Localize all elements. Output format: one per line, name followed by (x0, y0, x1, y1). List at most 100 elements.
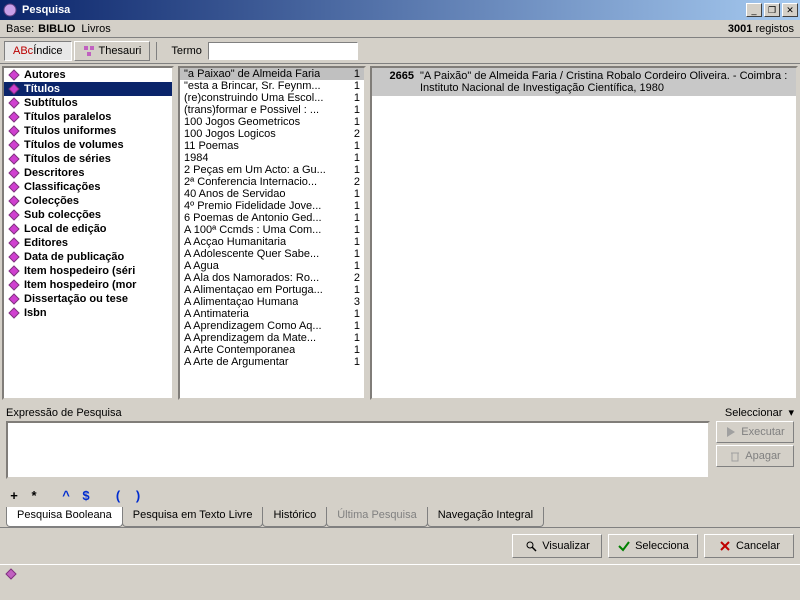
details-panel[interactable]: 2665 "A Paixão" de Almeida Faria / Crist… (370, 66, 798, 400)
index-item[interactable]: Isbn (4, 306, 172, 320)
visualizar-button[interactable]: Visualizar (512, 534, 602, 558)
term-row[interactable]: 2 Peças em Um Acto: a Gu...1 (180, 164, 364, 176)
expression-label: Expressão de Pesquisa (6, 407, 122, 419)
index-item[interactable]: Item hospedeiro (mor (4, 278, 172, 292)
tab[interactable]: Histórico (262, 507, 327, 527)
status-bar (0, 564, 800, 582)
record-number: 2665 (378, 70, 414, 94)
index-item[interactable]: Editores (4, 236, 172, 250)
term-text: 11 Poemas (184, 140, 239, 152)
term-row[interactable]: A Arte de Argumentar1 (180, 356, 364, 368)
record-count: 3001 registos (728, 23, 794, 35)
term-count: 1 (354, 320, 360, 332)
minimize-button[interactable]: _ (746, 3, 762, 17)
termo-input[interactable] (208, 42, 358, 60)
term-text: A Adolescente Quer Sabe... (184, 248, 319, 260)
apagar-button[interactable]: Apagar (716, 445, 794, 467)
indices-panel[interactable]: AutoresTítulosSubtítulosTítulos paralelo… (2, 66, 174, 400)
window-title: Pesquisa (22, 4, 744, 16)
seleccionar-dropdown[interactable]: Seleccionar ▾ (725, 406, 794, 419)
operator-$[interactable]: $ (78, 487, 94, 503)
index-item[interactable]: Item hospedeiro (séri (4, 264, 172, 278)
term-row[interactable]: 11 Poemas1 (180, 140, 364, 152)
close-button[interactable]: ✕ (782, 3, 798, 17)
term-row[interactable]: "a Paixao" de Almeida Faria1 (180, 68, 364, 80)
diamond-icon (8, 307, 20, 319)
term-row[interactable]: A Aprendizagem da Mate...1 (180, 332, 364, 344)
diamond-icon (8, 279, 20, 291)
index-item[interactable]: Data de publicação (4, 250, 172, 264)
expression-textarea[interactable] (6, 421, 710, 479)
index-label: Colecções (24, 195, 79, 207)
index-label: Títulos paralelos (24, 111, 111, 123)
term-text: 2ª Conferencia Internacio... (184, 176, 317, 188)
term-text: 4º Premio Fidelidade Jove... (184, 200, 321, 212)
term-row[interactable]: 100 Jogos Logicos2 (180, 128, 364, 140)
index-item[interactable]: Descritores (4, 166, 172, 180)
operator-)[interactable]: ) (130, 487, 146, 503)
diamond-icon (8, 83, 20, 95)
term-row[interactable]: A Ala dos Namorados: Ro...2 (180, 272, 364, 284)
diamond-icon (8, 139, 20, 151)
term-row[interactable]: A Alimentaçao em Portuga...1 (180, 284, 364, 296)
index-item[interactable]: Títulos (4, 82, 172, 96)
term-row[interactable]: A Arte Contemporanea1 (180, 344, 364, 356)
terms-panel[interactable]: "a Paixao" de Almeida Faria1"esta a Brin… (178, 66, 366, 400)
term-text: A Acçao Humanitaria (184, 236, 286, 248)
term-text: (trans)formar e Possivel : ... (184, 104, 319, 116)
cancelar-button[interactable]: Cancelar (704, 534, 794, 558)
selecciona-button[interactable]: Selecciona (608, 534, 698, 558)
term-row[interactable]: A Alimentaçao Humana3 (180, 296, 364, 308)
term-row[interactable]: A 100ª Ccmds : Uma Com...1 (180, 224, 364, 236)
term-text: 40 Anos de Servidao (184, 188, 286, 200)
term-row[interactable]: 6 Poemas de Antonio Ged...1 (180, 212, 364, 224)
operator-*[interactable]: * (26, 487, 42, 503)
index-item[interactable]: Títulos uniformes (4, 124, 172, 138)
operator-^[interactable]: ^ (58, 487, 74, 503)
executar-button[interactable]: Executar (716, 421, 794, 443)
operator-+[interactable]: + (6, 487, 22, 503)
db-name: BIBLIO (38, 23, 75, 35)
index-item[interactable]: Subtítulos (4, 96, 172, 110)
diamond-icon (8, 111, 20, 123)
thesauri-button[interactable]: Thesauri (74, 41, 151, 61)
indice-button[interactable]: ABcÍndice (4, 41, 72, 61)
maximize-button[interactable]: ❐ (764, 3, 780, 17)
index-item[interactable]: Títulos de volumes (4, 138, 172, 152)
term-row[interactable]: 100 Jogos Geometricos1 (180, 116, 364, 128)
term-row[interactable]: A Acçao Humanitaria1 (180, 236, 364, 248)
term-row[interactable]: A Antimateria1 (180, 308, 364, 320)
run-icon (725, 426, 737, 438)
tab[interactable]: Pesquisa Booleana (6, 507, 123, 527)
term-row[interactable]: A Adolescente Quer Sabe...1 (180, 248, 364, 260)
index-item[interactable]: Títulos de séries (4, 152, 172, 166)
index-item[interactable]: Títulos paralelos (4, 110, 172, 124)
term-text: "esta a Brincar, Sr. Feynm... (184, 80, 321, 92)
term-row[interactable]: 19841 (180, 152, 364, 164)
app-icon (2, 2, 18, 18)
index-item[interactable]: Autores (4, 68, 172, 82)
term-row[interactable]: (re)construindo Uma Escol...1 (180, 92, 364, 104)
tab[interactable]: Pesquisa em Texto Livre (122, 507, 264, 527)
index-item[interactable]: Classificações (4, 180, 172, 194)
index-item[interactable]: Sub colecções (4, 208, 172, 222)
term-row[interactable]: (trans)formar e Possivel : ...1 (180, 104, 364, 116)
index-item[interactable]: Local de edição (4, 222, 172, 236)
index-label: Item hospedeiro (mor (24, 279, 136, 291)
term-row[interactable]: A Aprendizagem Como Aq...1 (180, 320, 364, 332)
expression-section: Expressão de Pesquisa Seleccionar ▾ Exec… (0, 402, 800, 483)
tab[interactable]: Navegação Integral (427, 507, 544, 527)
term-text: A Antimateria (184, 308, 249, 320)
term-row[interactable]: A Agua1 (180, 260, 364, 272)
index-item[interactable]: Colecções (4, 194, 172, 208)
term-row[interactable]: "esta a Brincar, Sr. Feynm...1 (180, 80, 364, 92)
diamond-icon (8, 97, 20, 109)
term-count: 3 (354, 296, 360, 308)
term-row[interactable]: 2ª Conferencia Internacio...2 (180, 176, 364, 188)
index-item[interactable]: Dissertação ou tese (4, 292, 172, 306)
term-text: A Aprendizagem da Mate... (184, 332, 316, 344)
term-row[interactable]: 4º Premio Fidelidade Jove...1 (180, 200, 364, 212)
term-row[interactable]: 40 Anos de Servidao1 (180, 188, 364, 200)
operator-([interactable]: ( (110, 487, 126, 503)
record-item[interactable]: 2665 "A Paixão" de Almeida Faria / Crist… (372, 68, 796, 96)
